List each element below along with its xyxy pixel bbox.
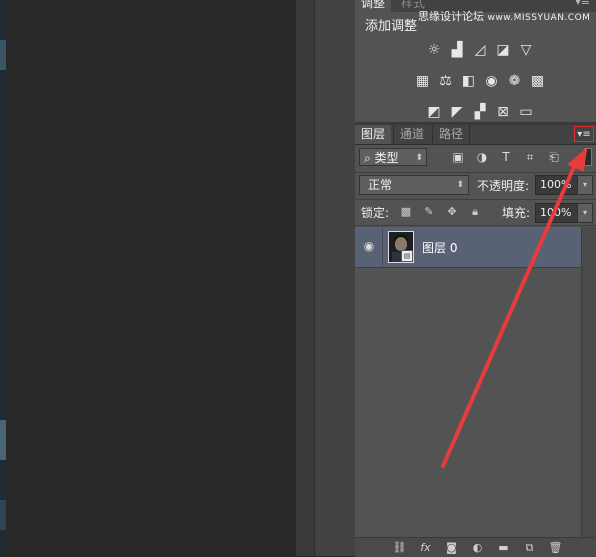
fill-input[interactable]: 100% xyxy=(535,203,579,223)
channel-mixer-icon[interactable]: ❁ xyxy=(506,72,524,90)
new-layer-icon[interactable]: ⧉ xyxy=(521,539,538,556)
footer-icons: ⛓ fx ◙ ◐ ▬ ⧉ 🗑︎ xyxy=(391,539,564,556)
document-canvas xyxy=(0,0,296,556)
divider xyxy=(355,225,596,226)
blend-opacity-row: 正常 ⬍ 不透明度: 100% ▾ xyxy=(355,174,596,196)
photo-filter-icon[interactable]: ◉ xyxy=(483,72,501,90)
selective-color-icon[interactable]: ⊠ xyxy=(494,103,512,121)
layer-row[interactable]: ◉ ▤ 图层 0 xyxy=(355,227,581,268)
opacity-slider-button[interactable]: ▾ xyxy=(577,175,593,195)
delete-layer-trash-icon[interactable]: 🗑︎ xyxy=(547,539,564,556)
layer-style-fx-icon[interactable]: fx xyxy=(417,539,434,556)
black-white-icon[interactable]: ◧ xyxy=(460,72,478,90)
watermark-url: www.MISSYUAN.COM xyxy=(487,13,591,23)
collapsed-panel-dock xyxy=(314,0,356,556)
opacity-input[interactable]: 100% xyxy=(535,175,579,195)
filter-toggle-switch[interactable] xyxy=(584,148,592,166)
layer-filter-row: ⌕ 类型 ⬍ ▣ ◑ T ⌗ ⎗ xyxy=(355,147,596,171)
filter-smart-object-icon[interactable]: ⎗ xyxy=(545,148,563,166)
layers-panel: 图层 通道 路径 ▾≡ ⌕ 类型 ⬍ ▣ ◑ T ⌗ ⎗ 正常 ⬍ 不透明度: … xyxy=(355,125,596,557)
brightness-contrast-icon[interactable]: ☼ xyxy=(425,41,443,59)
layer-list-scrollbar[interactable] xyxy=(581,227,596,537)
filter-pixel-icon[interactable]: ▣ xyxy=(449,148,467,166)
lock-icons: ▩ ✎ ✥ 🔒︎ xyxy=(397,203,484,221)
lock-transparent-pixels-icon[interactable]: ▩ xyxy=(397,203,415,221)
layers-footer-toolbar: ⛓ fx ◙ ◐ ▬ ⧉ 🗑︎ xyxy=(355,537,596,557)
invert-icon[interactable]: ◩ xyxy=(425,103,443,121)
blend-mode-select[interactable]: 正常 ⬍ xyxy=(359,175,469,195)
link-layers-icon[interactable]: ⛓ xyxy=(391,539,408,556)
image-edge-strip xyxy=(0,0,6,556)
color-balance-icon[interactable]: ⚖ xyxy=(437,72,455,90)
tab-adjustments[interactable]: 调整 xyxy=(355,0,392,12)
adjustments-title: 添加调整 xyxy=(365,19,418,34)
filter-kind-select[interactable]: ⌕ 类型 ⬍ xyxy=(359,148,427,166)
filter-kind-label: 类型 xyxy=(374,151,399,165)
vibrance-icon[interactable]: ▽ xyxy=(517,41,535,59)
layer-list: ◉ ▤ 图层 0 xyxy=(355,227,581,537)
filter-icons: ▣ ◑ T ⌗ ⎗ xyxy=(449,148,563,166)
lock-image-pixels-icon[interactable]: ✎ xyxy=(420,203,438,221)
updown-caret-icon: ⬍ xyxy=(415,153,423,163)
updown-caret-icon: ⬍ xyxy=(456,180,464,190)
layers-tab-bar: 图层 通道 路径 ▾≡ xyxy=(355,125,596,145)
lock-all-icon[interactable]: 🔒︎ xyxy=(466,203,484,221)
threshold-icon[interactable]: ▞ xyxy=(471,103,489,121)
tab-layers[interactable]: 图层 xyxy=(355,125,392,144)
add-mask-icon[interactable]: ◙ xyxy=(443,539,460,556)
curves-icon[interactable]: ◿ xyxy=(471,41,489,59)
lock-label: 锁定: xyxy=(361,206,390,220)
lock-position-icon[interactable]: ✥ xyxy=(443,203,461,221)
new-group-folder-icon[interactable]: ▬ xyxy=(495,539,512,556)
site-watermark: 思缘设计论坛 www.MISSYUAN.COM xyxy=(418,8,590,24)
gradient-map-icon[interactable]: ▭ xyxy=(517,103,535,121)
hue-saturation-icon[interactable]: ▦ xyxy=(414,72,432,90)
levels-icon[interactable]: ▟ xyxy=(448,41,466,59)
tab-paths[interactable]: 路径 xyxy=(432,125,471,144)
eye-icon[interactable]: ◉ xyxy=(361,238,377,254)
opacity-label: 不透明度: xyxy=(477,179,530,193)
divider xyxy=(355,199,596,200)
filter-shape-icon[interactable]: ⌗ xyxy=(521,148,539,166)
smart-object-badge-icon: ▤ xyxy=(401,250,413,262)
fill-label: 填充: xyxy=(502,206,531,220)
search-icon: ⌕ xyxy=(364,151,375,165)
watermark-cn: 思缘设计论坛 xyxy=(418,10,484,23)
filter-adjustment-icon[interactable]: ◑ xyxy=(473,148,491,166)
fill-slider-button[interactable]: ▾ xyxy=(577,203,593,223)
visibility-divider xyxy=(382,227,383,267)
filter-type-icon[interactable]: T xyxy=(497,148,515,166)
divider xyxy=(355,172,596,173)
adjustment-icon-grid: ☼ ▟ ◿ ◪ ▽ ▦ ⚖ ◧ ◉ ❁ ▩ ◩ ◤ ▞ ⊠ ▭ xyxy=(385,38,575,131)
canvas-scroll-gutter xyxy=(296,0,314,556)
new-adjustment-layer-icon[interactable]: ◐ xyxy=(469,539,486,556)
layer-name[interactable]: 图层 0 xyxy=(422,239,457,256)
blend-mode-value: 正常 xyxy=(368,178,393,192)
exposure-icon[interactable]: ◪ xyxy=(494,41,512,59)
color-lookup-icon[interactable]: ▩ xyxy=(529,72,547,90)
posterize-icon[interactable]: ◤ xyxy=(448,103,466,121)
lock-fill-row: 锁定: ▩ ✎ ✥ 🔒︎ 填充: 100% ▾ xyxy=(355,203,596,223)
layers-panel-menu-icon[interactable]: ▾≡ xyxy=(574,126,594,142)
tab-channels[interactable]: 通道 xyxy=(393,125,430,144)
